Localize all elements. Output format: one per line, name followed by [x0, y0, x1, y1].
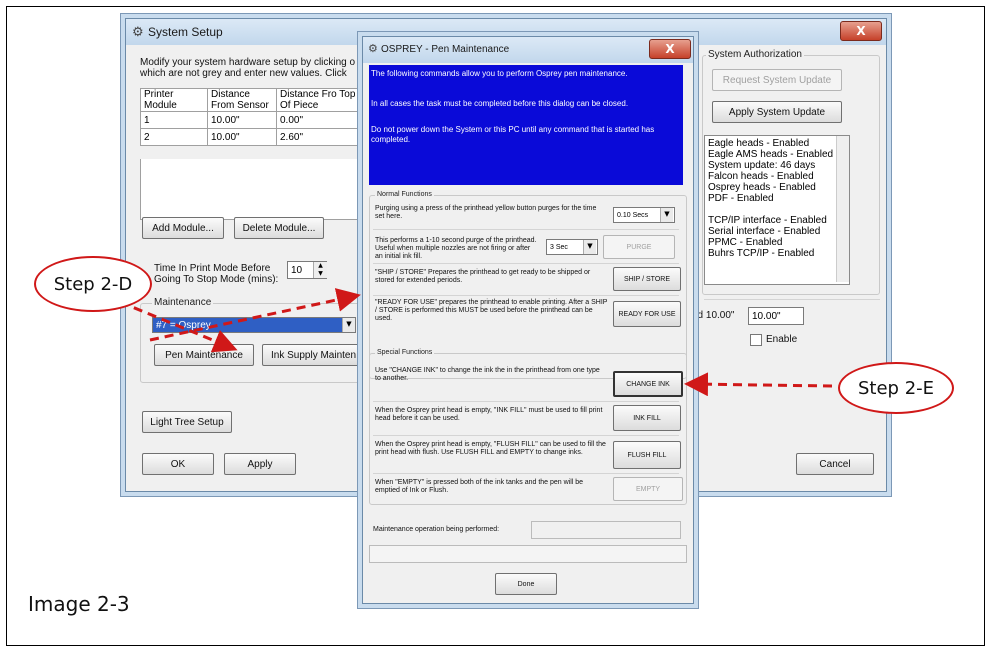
step-2-d-callout: Step 2-D	[34, 256, 152, 312]
step-d-arrow-to-dialog	[149, 288, 361, 342]
callout-arrows	[119, 288, 833, 397]
figure-caption: Image 2-3	[28, 592, 130, 616]
step-2-e-callout: Step 2-E	[838, 362, 954, 414]
step-e-arrow	[684, 372, 833, 397]
